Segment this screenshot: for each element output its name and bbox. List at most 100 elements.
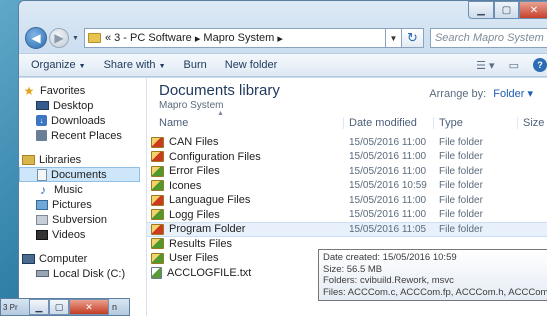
file-date: 15/05/2016 11:05 xyxy=(349,223,427,235)
breadcrumb-mapro-system[interactable]: Mapro System xyxy=(203,32,274,44)
folder-info-tooltip: Date created: 15/05/2016 10:59 Size: 56.… xyxy=(318,249,547,301)
pictures-icon xyxy=(36,199,48,210)
breadcrumb-separator[interactable]: ▸ xyxy=(195,32,201,45)
nav-music-label: Music xyxy=(54,183,83,196)
file-list-area: Documents library Mapro System Arrange b… xyxy=(147,78,547,316)
background-window-label: 3 Pr xyxy=(3,302,18,312)
address-dropdown-button[interactable]: ▼ xyxy=(385,28,402,48)
file-type: File folder xyxy=(439,151,483,163)
minimize-button[interactable]: ▁ xyxy=(468,1,494,19)
folder-icon xyxy=(151,136,164,148)
arrange-by-dropdown[interactable]: Folder ▾ xyxy=(493,88,533,100)
sort-ascending-icon: ▲ xyxy=(217,110,224,117)
column-headers: ▲ Name Date modified Type Size xyxy=(147,110,547,132)
nav-desktop[interactable]: Desktop xyxy=(19,98,146,113)
nav-downloads[interactable]: ↓ Downloads xyxy=(19,113,146,128)
computer-icon xyxy=(22,253,35,264)
background-window-fragment: 3 Pr ▁ ▢ ✕ n xyxy=(0,298,130,316)
breadcrumb-pc-software[interactable]: 3 - PC Software xyxy=(114,32,192,44)
maximize-button[interactable]: ▢ xyxy=(494,1,519,19)
file-type: File folder xyxy=(439,194,483,206)
arrange-by-label: Arrange by: xyxy=(429,88,487,100)
file-row[interactable]: Error Files 15/05/2016 11:00 File folder xyxy=(147,164,547,179)
nav-libraries-label: Libraries xyxy=(39,153,82,166)
file-row-hovered[interactable]: Program Folder 15/05/2016 11:05 File fol… xyxy=(147,222,547,237)
nav-pictures[interactable]: Pictures xyxy=(19,197,146,212)
file-row[interactable]: Icones 15/05/2016 10:59 File folder xyxy=(147,179,547,194)
maximize-button[interactable]: ▢ xyxy=(49,299,69,315)
file-row[interactable]: Configuration Files 15/05/2016 11:00 Fil… xyxy=(147,150,547,165)
file-name: Results Files xyxy=(169,237,232,250)
tooltip-date-created: Date created: 15/05/2016 10:59 xyxy=(323,252,457,263)
folder-icon xyxy=(151,151,164,163)
folder-icon xyxy=(151,223,164,235)
nav-local-disk[interactable]: Local Disk (C:) xyxy=(19,266,146,281)
nav-documents-label: Documents xyxy=(51,168,107,181)
nav-music[interactable]: ♪ Music xyxy=(19,182,146,197)
nav-desktop-label: Desktop xyxy=(53,99,94,112)
command-bar: Organize ▼ Share with ▼ Burn New folder ☰ … xyxy=(19,53,547,77)
breadcrumb-separator[interactable]: ▸ xyxy=(277,32,283,45)
subversion-icon xyxy=(36,214,48,225)
organize-label: Organize xyxy=(31,59,76,71)
column-size[interactable]: Size xyxy=(517,117,547,129)
explorer-body: ★ Favorites Desktop ↓ Downloads Recent Pla… xyxy=(19,78,547,316)
file-date: 15/05/2016 11:00 xyxy=(349,194,427,206)
forward-button[interactable]: ▶ xyxy=(49,28,69,48)
nav-computer[interactable]: Computer xyxy=(19,251,146,266)
minimize-button[interactable]: ▁ xyxy=(29,299,49,315)
folder-icon xyxy=(151,209,164,221)
file-name: Program Folder xyxy=(169,223,246,236)
nav-favorites-label: Favorites xyxy=(40,84,86,97)
share-with-label: Share with xyxy=(103,59,156,71)
background-window-trailing-text: n xyxy=(112,302,118,312)
file-name: Error Files xyxy=(169,165,220,178)
file-row[interactable]: Languague Files 15/05/2016 11:00 File fo… xyxy=(147,193,547,208)
close-button[interactable]: ✕ xyxy=(69,299,109,315)
search-input[interactable]: Search Mapro System xyxy=(429,28,547,48)
burn-button[interactable]: Burn xyxy=(184,59,207,71)
nav-videos[interactable]: Videos xyxy=(19,227,146,242)
nav-recent-places[interactable]: Recent Places xyxy=(19,128,146,143)
tooltip-files: Files: ACCCom.c, ACCCom.fp, ACCCom.h, AC… xyxy=(323,286,547,298)
address-bar[interactable]: « 3 - PC Software ▸ Mapro System ▸ xyxy=(83,28,386,48)
column-name[interactable]: Name xyxy=(147,117,343,129)
path-prefix[interactable]: « xyxy=(105,32,111,44)
file-type: File folder xyxy=(439,165,483,177)
folder-icon xyxy=(151,238,164,250)
new-folder-button[interactable]: New folder xyxy=(225,59,278,71)
recent-pages-dropdown[interactable]: ▼ xyxy=(72,35,79,42)
close-button[interactable]: ✕ xyxy=(519,1,547,19)
nav-subversion-label: Subversion xyxy=(52,213,108,226)
disk-icon xyxy=(36,270,49,277)
folder-icon xyxy=(151,180,164,192)
file-date: 15/05/2016 11:00 xyxy=(349,151,427,163)
address-row: ◀ ▶ ▼ « 3 - PC Software ▸ Mapro System ▸… xyxy=(19,23,547,53)
refresh-button[interactable]: ↻ xyxy=(401,28,424,48)
file-name: User Files xyxy=(169,252,219,265)
view-options-icon[interactable]: ☰ ▾ xyxy=(476,59,494,72)
file-row[interactable]: CAN Files 15/05/2016 11:00 File folder xyxy=(147,135,547,150)
file-date: 15/05/2016 11:00 xyxy=(349,136,427,148)
share-with-menu[interactable]: Share with ▼ xyxy=(104,59,166,71)
star-icon: ★ xyxy=(23,83,35,98)
view-controls: ☰ ▾ ▭ ? xyxy=(476,58,547,72)
file-name: Logg Files xyxy=(169,208,220,221)
folder-icon xyxy=(87,33,101,43)
file-row[interactable]: Logg Files 15/05/2016 11:00 File folder xyxy=(147,208,547,223)
downloads-icon: ↓ xyxy=(36,115,47,126)
organize-menu[interactable]: Organize ▼ xyxy=(31,59,86,71)
preview-pane-icon[interactable]: ▭ xyxy=(509,59,519,72)
back-button[interactable]: ◀ xyxy=(25,27,47,49)
nav-subversion[interactable]: Subversion xyxy=(19,212,146,227)
nav-libraries[interactable]: Libraries xyxy=(19,152,146,167)
file-name: Languague Files xyxy=(169,194,251,207)
column-date-modified[interactable]: Date modified xyxy=(343,117,433,129)
nav-computer-label: Computer xyxy=(39,252,88,265)
recent-places-icon xyxy=(36,130,47,141)
nav-favorites[interactable]: ★ Favorites xyxy=(19,83,146,98)
help-icon[interactable]: ? xyxy=(533,58,547,72)
library-header: Documents library Mapro System Arrange b… xyxy=(147,78,547,114)
column-type[interactable]: Type xyxy=(433,117,517,129)
nav-documents[interactable]: Documents xyxy=(19,167,140,182)
